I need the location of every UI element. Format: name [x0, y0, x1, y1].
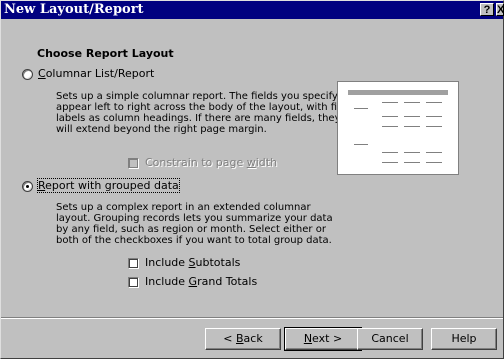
layout-preview-image: [337, 81, 459, 175]
preview-line: [382, 102, 398, 103]
preview-line: [382, 162, 398, 163]
preview-header-bar: [348, 90, 448, 95]
help-button[interactable]: Help: [431, 328, 497, 350]
constrain-width-label[interactable]: Constrain to page width: [145, 156, 277, 169]
close-button[interactable]: X: [496, 3, 504, 16]
preview-line: [426, 116, 442, 117]
columnar-description: Sets up a simple columnar report. The fi…: [56, 91, 353, 135]
grouped-data-radio[interactable]: [22, 181, 33, 192]
include-subtotals-checkbox[interactable]: [128, 258, 139, 269]
constrain-width-checkbox[interactable]: [128, 158, 139, 169]
section-heading: Choose Report Layout: [37, 47, 174, 60]
grouped-data-label[interactable]: Report with grouped data: [37, 178, 180, 193]
preview-line: [426, 152, 442, 153]
preview-line: [404, 126, 420, 127]
new-layout-report-dialog: New Layout/Report ? X Choose Report Layo…: [0, 0, 504, 359]
preview-line: [404, 102, 420, 103]
preview-line: [382, 116, 398, 117]
preview-line: [382, 152, 398, 153]
window-title: New Layout/Report: [4, 2, 144, 17]
title-bar[interactable]: New Layout/Report ? X: [1, 1, 504, 19]
help-title-button[interactable]: ?: [480, 3, 494, 16]
next-button[interactable]: Next >: [284, 327, 362, 351]
preview-line: [426, 126, 442, 127]
preview-line: [404, 162, 420, 163]
back-button[interactable]: < Back: [205, 328, 281, 350]
columnar-label[interactable]: Columnar List/Report: [38, 67, 154, 80]
separator: [1, 317, 503, 319]
columnar-radio[interactable]: [22, 69, 33, 80]
preview-line: [426, 162, 442, 163]
preview-line: [382, 126, 398, 127]
include-subtotals-label[interactable]: Include Subtotals: [145, 256, 240, 269]
include-grand-totals-label[interactable]: Include Grand Totals: [145, 275, 257, 288]
include-grand-totals-checkbox[interactable]: [128, 277, 139, 288]
preview-line: [404, 152, 420, 153]
preview-line: [404, 116, 420, 117]
cancel-button[interactable]: Cancel: [357, 328, 423, 350]
preview-line: [426, 102, 442, 103]
preview-group-line: [354, 144, 368, 145]
grouped-data-description: Sets up a complex report in an extended …: [56, 202, 333, 246]
preview-group-line: [354, 108, 368, 109]
